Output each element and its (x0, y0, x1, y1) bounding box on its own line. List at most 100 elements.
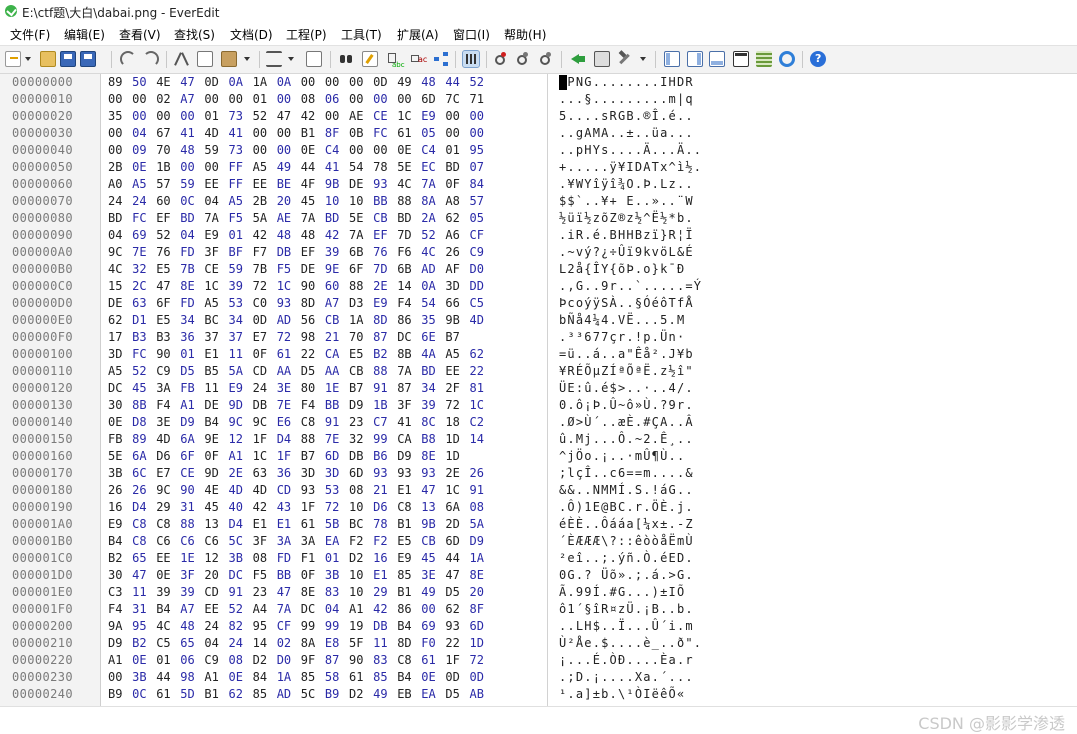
ascii-text[interactable]: ÞcoýÿSÀ..§ÓéôTfÅ (559, 296, 694, 310)
hex-byte[interactable]: A5 (445, 347, 463, 361)
hex-byte[interactable]: 00 (301, 75, 319, 89)
hex-byte[interactable]: 00 (253, 126, 271, 140)
hex-byte[interactable]: 87 (397, 381, 415, 395)
hex-byte[interactable]: A5 (253, 160, 271, 174)
hex-byte[interactable]: C0 (253, 296, 271, 310)
hex-byte[interactable]: 10 (349, 194, 367, 208)
hex-byte[interactable]: FB (180, 381, 198, 395)
hex-byte[interactable]: 1E (180, 551, 198, 565)
ascii-text[interactable]: ¡...É.ÒÐ....Èa.r (559, 653, 694, 667)
ascii-text[interactable]: $$`..¥+ E..»..¨W (559, 194, 694, 208)
hex-byte[interactable]: 04 (108, 228, 126, 242)
hex-byte[interactable]: D2 (253, 653, 271, 667)
hex-byte[interactable]: 0C (132, 687, 150, 701)
hex-byte[interactable]: 47 (277, 585, 295, 599)
hex-byte[interactable]: 00 (325, 75, 343, 89)
hex-byte[interactable]: 47 (445, 568, 463, 582)
hex-byte[interactable]: 52 (253, 109, 271, 123)
hex-byte[interactable]: B7 (301, 449, 319, 463)
hex-byte[interactable]: 00 (204, 92, 222, 106)
hex-byte[interactable]: 69 (421, 619, 439, 633)
hex-byte[interactable]: F5 (277, 262, 295, 276)
hex-byte[interactable]: 30 (108, 568, 126, 582)
hex-byte[interactable]: EA (421, 687, 439, 701)
hex-byte[interactable]: 04 (204, 194, 222, 208)
hex-byte[interactable]: 91 (470, 483, 488, 497)
hex-byte[interactable]: 88 (301, 432, 319, 446)
hex-byte[interactable]: 6F (349, 262, 367, 276)
hex-byte[interactable]: 7C (445, 92, 463, 106)
ascii-text[interactable]: .³³677çr.!p.Ün· (559, 330, 685, 344)
hex-byte[interactable]: 00 (277, 126, 295, 140)
hex-byte[interactable]: 05 (470, 211, 488, 225)
hex-byte[interactable]: E7 (156, 466, 174, 480)
hex-byte[interactable]: A7 (180, 602, 198, 616)
hex-byte[interactable]: D9 (349, 398, 367, 412)
hex-byte[interactable]: 89 (108, 75, 126, 89)
hex-byte[interactable]: 4C (421, 245, 439, 259)
run-icon[interactable] (570, 51, 586, 67)
hex-byte[interactable]: 61 (156, 687, 174, 701)
hex-byte[interactable]: 11 (373, 636, 391, 650)
hex-byte[interactable]: 1B (373, 398, 391, 412)
hex-byte[interactable]: 3D (445, 279, 463, 293)
hex-byte[interactable]: 2D (445, 517, 463, 531)
hex-byte[interactable]: 9C (156, 483, 174, 497)
panel-bottom-icon[interactable] (709, 51, 725, 67)
hex-byte[interactable]: 3B (108, 466, 126, 480)
hex-byte[interactable]: 72 (253, 279, 271, 293)
hex-byte[interactable]: E9 (204, 228, 222, 242)
hex-byte[interactable]: FC (132, 211, 150, 225)
hex-byte[interactable]: 43 (277, 500, 295, 514)
hex-byte[interactable]: 17 (108, 330, 126, 344)
hex-byte[interactable]: 3F (180, 568, 198, 582)
hex-byte[interactable]: 87 (325, 653, 343, 667)
hex-byte[interactable]: C6 (180, 534, 198, 548)
hex-byte[interactable]: B2 (132, 636, 150, 650)
hex-byte[interactable]: 58 (325, 670, 343, 684)
hex-byte[interactable]: 8C (421, 415, 439, 429)
ascii-text[interactable]: =ü..á..a"Êå².J¥b (559, 347, 694, 361)
hex-byte[interactable]: 0E (156, 568, 174, 582)
hex-byte[interactable]: 5A (470, 517, 488, 531)
hex-byte[interactable]: B5 (204, 364, 222, 378)
hex-byte[interactable]: 6E (421, 330, 439, 344)
hex-byte[interactable]: F4 (108, 602, 126, 616)
hex-byte[interactable]: 95 (470, 143, 488, 157)
hex-byte[interactable]: 00 (470, 109, 488, 123)
hex-byte[interactable]: 72 (470, 653, 488, 667)
hex-byte[interactable]: F1 (301, 551, 319, 565)
hex-byte[interactable]: BD (325, 211, 343, 225)
hex-byte[interactable]: 11 (204, 381, 222, 395)
hex-byte[interactable]: 23 (349, 415, 367, 429)
hex-byte[interactable]: 45 (301, 194, 319, 208)
hex-byte[interactable]: 01 (156, 653, 174, 667)
hex-byte[interactable]: B2 (373, 347, 391, 361)
hex-byte[interactable]: 34 (421, 381, 439, 395)
hex-byte[interactable]: 0D (470, 670, 488, 684)
hex-byte[interactable]: 39 (421, 398, 439, 412)
hex-byte[interactable]: DB (373, 619, 391, 633)
hex-byte[interactable]: 0D (445, 670, 463, 684)
hex-byte[interactable]: F6 (397, 245, 415, 259)
hex-byte[interactable]: F7 (253, 245, 271, 259)
hex-byte[interactable]: 61 (397, 126, 415, 140)
hex-byte[interactable]: E1 (397, 483, 415, 497)
hex-byte[interactable]: 31 (132, 602, 150, 616)
hex-byte[interactable]: 01 (180, 347, 198, 361)
hex-byte[interactable]: 61 (421, 653, 439, 667)
hex-byte[interactable]: 04 (325, 602, 343, 616)
terminal-icon[interactable] (733, 51, 749, 67)
hex-byte[interactable]: D9 (180, 415, 198, 429)
hex-byte[interactable]: C9 (156, 364, 174, 378)
hex-byte[interactable]: 65 (180, 636, 198, 650)
hex-byte[interactable]: 00 (108, 126, 126, 140)
hex-byte[interactable]: 4D (470, 313, 488, 327)
hex-byte[interactable]: 32 (349, 432, 367, 446)
hex-byte[interactable]: EA (325, 534, 343, 548)
ascii-text[interactable]: .Ô)1E@BC.r.ÖÈ.j. (559, 500, 694, 514)
hex-byte[interactable]: 00 (156, 109, 174, 123)
hex-byte[interactable]: 70 (156, 143, 174, 157)
hex-byte[interactable]: 41 (180, 126, 198, 140)
hex-byte[interactable]: DE (204, 398, 222, 412)
